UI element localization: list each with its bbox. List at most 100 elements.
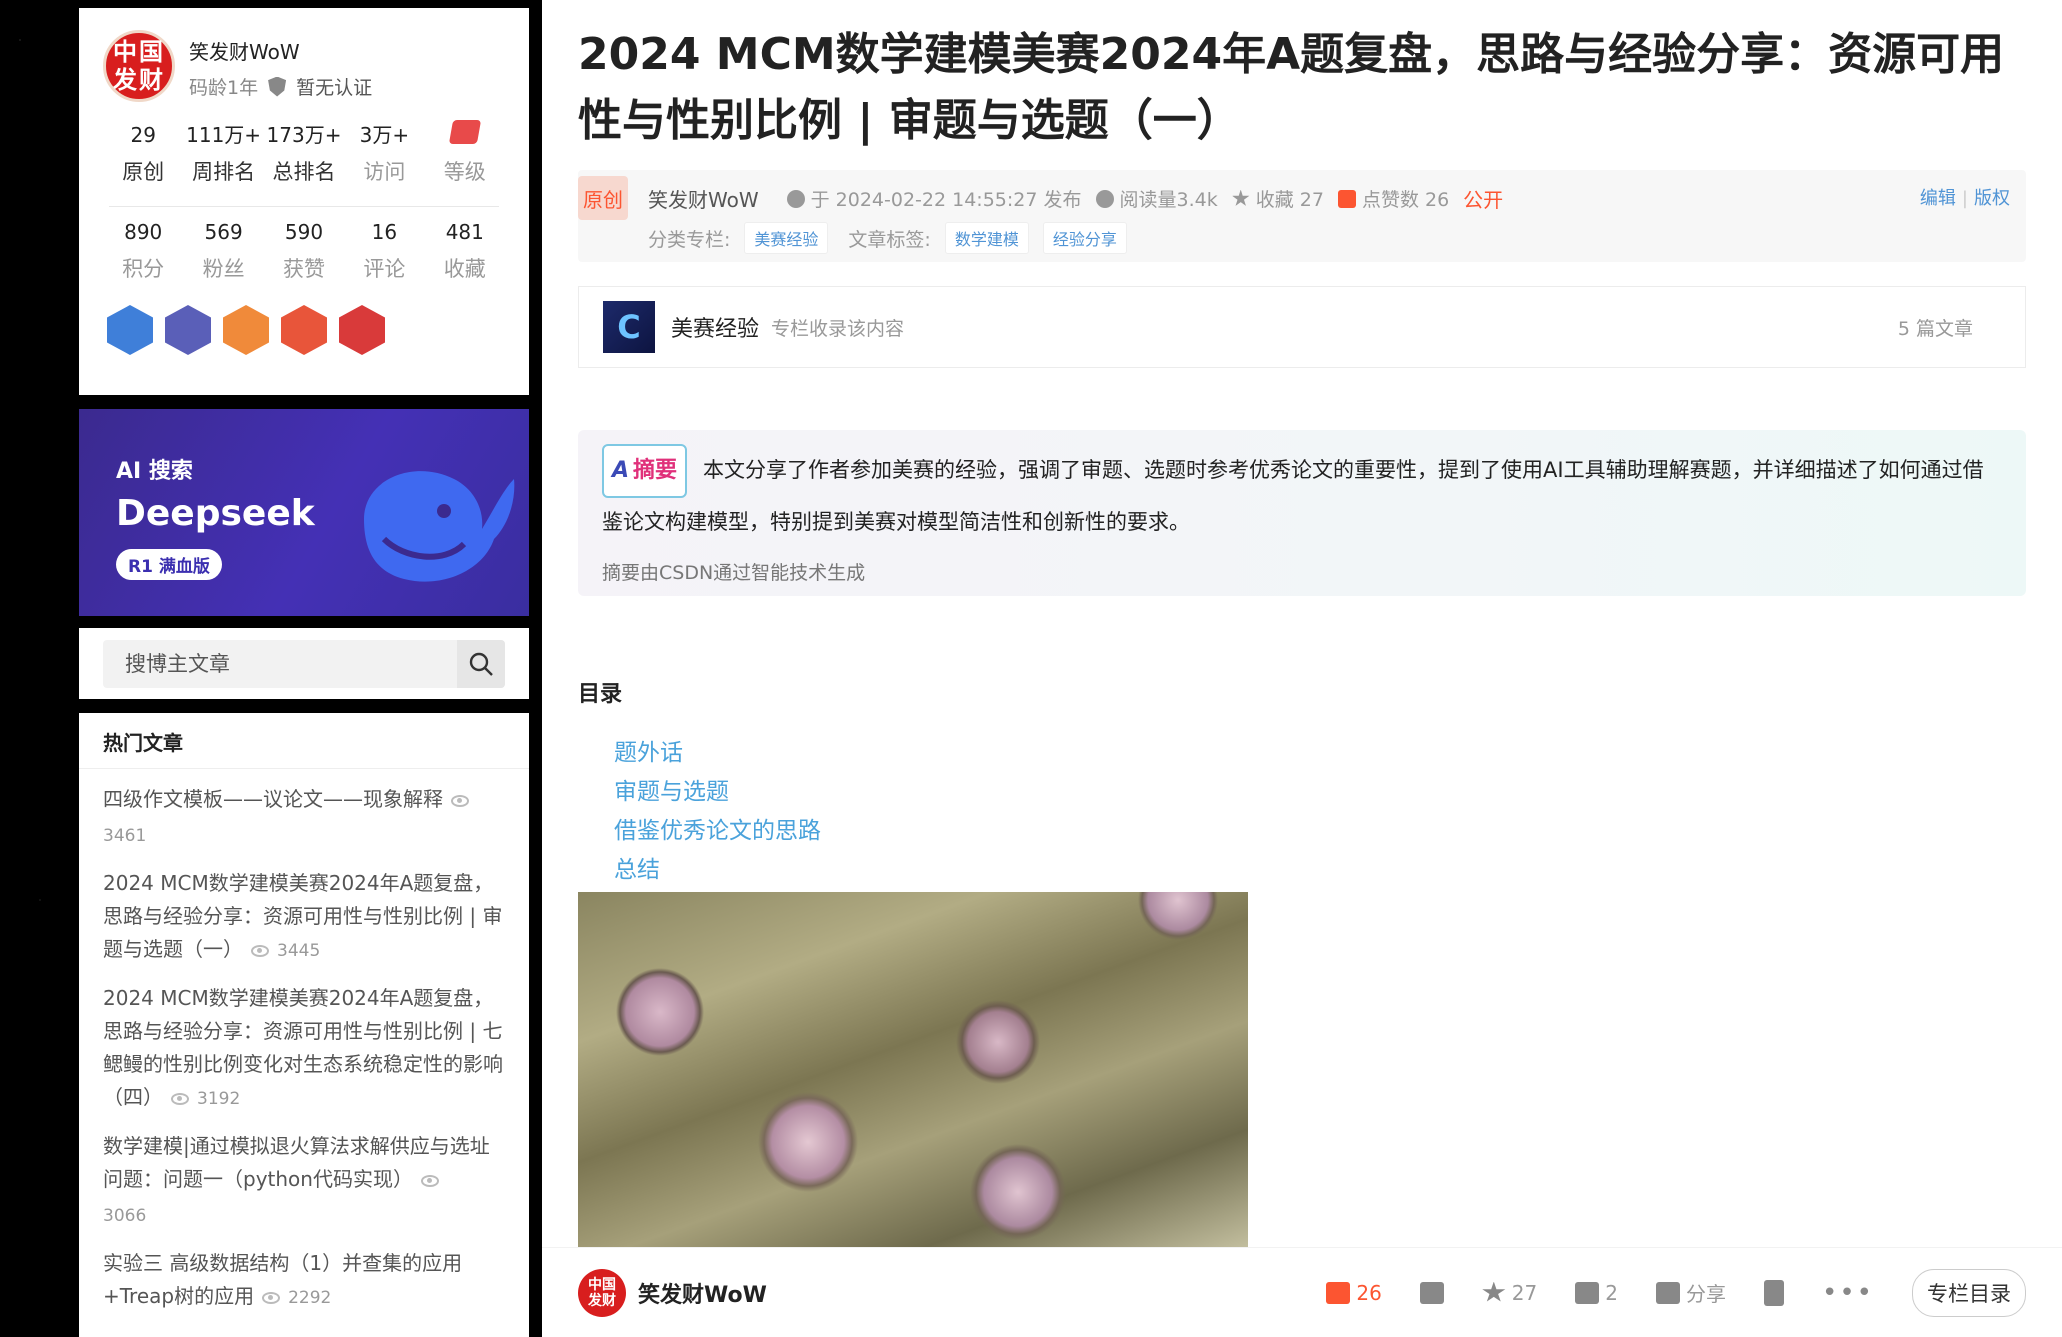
profile-name[interactable]: 笑发财WoW	[189, 36, 372, 65]
share-button[interactable]: 分享	[1655, 1278, 1726, 1307]
summary-badge-label: 摘要	[633, 458, 678, 483]
article-tag[interactable]: 数学建模	[944, 222, 1029, 254]
table-of-contents: 题外话 审题与选题 借鉴优秀论文的思路 总结	[614, 734, 2026, 890]
badge-icon[interactable]	[165, 305, 211, 355]
meta-favs[interactable]: 收藏 27	[1256, 185, 1324, 212]
stat-points[interactable]: 890 积分	[103, 217, 183, 283]
article-title: 2024 MCM数学建模美赛2024年A题复盘，思路与经验分享：资源可用性与性别…	[578, 29, 2005, 146]
edit-link[interactable]: 编辑	[1920, 188, 1956, 209]
separator: |	[1961, 188, 1968, 209]
badge-icon[interactable]	[223, 305, 269, 355]
thumb-up-icon	[1326, 1281, 1351, 1304]
stat-visits[interactable]: 3万+ 访问	[344, 120, 424, 186]
hot-article-item[interactable]: 2024 MCM数学建模美赛2024年A题复盘，思路与经验分享：资源可用性与性别…	[79, 867, 529, 968]
thumb-up-icon	[1337, 189, 1356, 208]
pdf-button[interactable]	[1763, 1279, 1784, 1306]
meta-author[interactable]: 笑发财WoW	[648, 184, 759, 213]
hot-article-title[interactable]: 2024 MCM数学建模美赛2024年A题复盘，思路与经验分享：资源可用性与性别…	[103, 986, 503, 1109]
comment-button[interactable]: 2	[1575, 1281, 1618, 1305]
avatar-text-1: 中国	[113, 38, 165, 66]
search-input[interactable]	[103, 640, 457, 688]
favorite-button[interactable]: 27	[1482, 1281, 1537, 1305]
article-meta: 原创 笑发财WoW 于 2024-02-22 14:55:27 发布 阅读量3.…	[578, 170, 2026, 262]
summary-badge: A 摘要	[602, 444, 688, 498]
summary-text: 本文分享了作者参加美赛的经验，强调了审题、选题时参考优秀论文的重要性，提到了使用…	[602, 458, 1984, 534]
stat-label: 总排名	[272, 160, 336, 184]
comment-count: 2	[1605, 1280, 1618, 1305]
clock-icon	[786, 189, 805, 208]
hot-article-title[interactable]: 四级作文模板——议论文——现象解释	[103, 787, 443, 811]
hot-article-item[interactable]: 实验三 高级数据结构（1）并查集的应用+Treap树的应用 2292	[79, 1247, 529, 1315]
badge-icon[interactable]	[107, 305, 153, 355]
toc-link[interactable]: 题外话	[614, 734, 2026, 773]
stat-label: 周排名	[192, 160, 256, 184]
column-toc-button[interactable]: 专栏目录	[1912, 1268, 2026, 1317]
thumb-down-icon	[1419, 1281, 1444, 1304]
hot-article-views: 3445	[277, 941, 321, 961]
hot-article-views: 2292	[288, 1288, 332, 1308]
stat-value: 890	[124, 220, 163, 244]
meta-likes[interactable]: 点赞数 26	[1362, 185, 1449, 212]
stat-comments[interactable]: 16 评论	[344, 217, 424, 283]
comment-icon	[1575, 1281, 1600, 1304]
stat-label: 收藏	[443, 257, 486, 281]
stat-original[interactable]: 29 原创	[103, 120, 183, 186]
stat-label: 粉丝	[202, 257, 245, 281]
search-button[interactable]	[457, 640, 505, 688]
avatar-text-2: 发财	[113, 66, 165, 94]
code-age: 码龄1年	[189, 77, 259, 99]
author-avatar[interactable]: 中国 发财	[578, 1268, 626, 1317]
deepseek-ad-banner[interactable]: AI 搜索 Deepseek R1 满血版	[79, 409, 529, 616]
column-desc: 专栏收录该内容	[771, 317, 905, 340]
toc-link[interactable]: 审题与选题	[614, 773, 2026, 812]
achievement-badges	[107, 305, 505, 355]
stat-label: 获赞	[282, 257, 325, 281]
hot-articles: 热门文章 四级作文模板——议论文——现象解释 3461 2024 MCM数学建模美…	[79, 713, 529, 1337]
stat-value: 569	[204, 220, 243, 244]
stat-value: 16	[371, 220, 398, 244]
stat-likes[interactable]: 590 获赞	[264, 217, 344, 283]
toc-link[interactable]: 总结	[614, 851, 2026, 890]
badge-icon[interactable]	[281, 305, 327, 355]
hot-article-item[interactable]: 2024 MCM数学建模美赛2024年A题复盘，思路与经验分享：资源可用性与性别…	[79, 982, 529, 1116]
stat-label: 原创	[122, 160, 165, 184]
lamprey-photo	[578, 892, 1248, 1250]
stat-fans[interactable]: 569 粉丝	[183, 217, 263, 283]
eye-icon	[420, 1175, 439, 1187]
more-icon[interactable]: •••	[1822, 1278, 1874, 1308]
avatar-text-1: 中国	[588, 1276, 616, 1293]
stat-level[interactable]: 等级	[425, 120, 505, 186]
ad-pill: R1 满血版	[116, 549, 222, 580]
stat-week-rank[interactable]: 111万+ 周排名	[183, 120, 263, 186]
original-badge: 原创	[578, 176, 628, 220]
column-name[interactable]: 美赛经验	[671, 311, 759, 343]
hot-article-views: 3192	[197, 1089, 241, 1109]
badge-icon[interactable]	[339, 305, 385, 355]
fav-count: 27	[1511, 1280, 1538, 1305]
avatar-text-2: 发财	[588, 1292, 616, 1309]
article-bottom-bar: 中国 发财 笑发财WoW 26 27 2 分享 ••• 专栏目录	[542, 1247, 2062, 1337]
hot-article-item[interactable]: 数学建模|通过模拟退火算法求解供应与选址问题：问题一（python代码实现） 30…	[79, 1130, 529, 1233]
stat-total-rank[interactable]: 173万+ 总排名	[264, 120, 344, 186]
column-card[interactable]: C 美赛经验 专栏收录该内容 5 篇文章	[578, 286, 2026, 368]
category-label: 分类专栏:	[648, 228, 731, 251]
star-icon	[1232, 189, 1250, 206]
copyright-link[interactable]: 版权	[1974, 188, 2010, 209]
category-tag[interactable]: 美赛经验	[744, 222, 829, 254]
avatar[interactable]: 中国 发财	[103, 30, 175, 102]
stat-favorites[interactable]: 481 收藏	[425, 217, 505, 283]
like-button[interactable]: 26	[1326, 1281, 1382, 1305]
dislike-button[interactable]	[1419, 1281, 1444, 1304]
search-field	[103, 640, 505, 688]
stat-value: 590	[284, 220, 324, 244]
profile-card: 中国 发财 笑发财WoW 码龄1年 暂无认证 29 原创 111万+ 周排名 173…	[79, 8, 529, 395]
column-count[interactable]: 5 篇文章	[1898, 314, 1973, 341]
ai-logo-icon: A	[612, 458, 630, 483]
hot-article-item[interactable]: 四级作文模板——议论文——现象解释 3461	[79, 783, 529, 853]
article-tag[interactable]: 经验分享	[1042, 222, 1127, 254]
author-name[interactable]: 笑发财WoW	[638, 1277, 767, 1309]
hot-article-views: 3066	[103, 1206, 147, 1226]
stat-value: 111万+	[186, 123, 262, 147]
ad-subtitle: AI 搜索	[116, 459, 193, 484]
toc-link[interactable]: 借鉴优秀论文的思路	[614, 812, 2026, 851]
